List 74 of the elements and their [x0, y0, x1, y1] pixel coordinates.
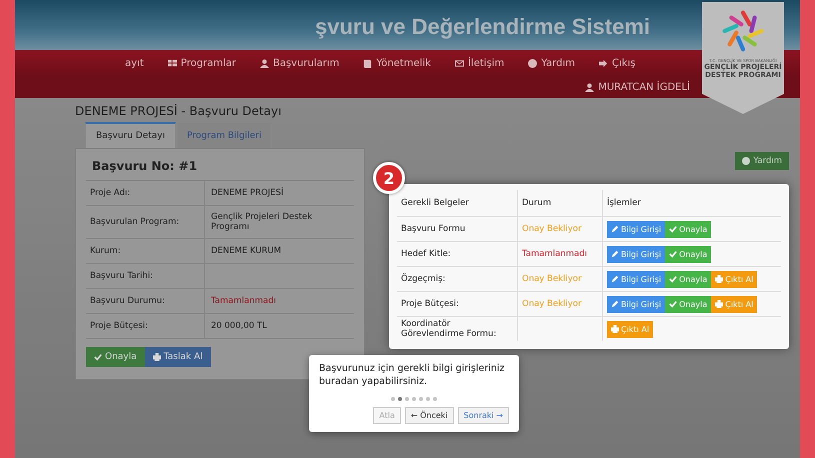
nav-link[interactable]: ayıt	[125, 58, 144, 68]
action-button[interactable]: Onayla	[86, 347, 145, 367]
step-dot[interactable]	[419, 396, 423, 401]
action-button[interactable]: Taslak Al	[144, 347, 211, 367]
application-number: Başvuru No: #1	[86, 155, 354, 181]
nav-link[interactable]: Programlar	[168, 58, 236, 68]
step-dot[interactable]	[398, 396, 402, 401]
user-menu[interactable]: MURATCAN İGDELİ	[585, 82, 690, 92]
document-name: Özgeçmiş:	[401, 274, 446, 284]
pencil-icon	[611, 225, 619, 233]
document-status: Onay Bekliyor	[522, 299, 582, 309]
document-action-button[interactable]: Onayla	[665, 296, 712, 312]
field-label: Başvuru Tarihi:	[86, 264, 205, 288]
column-header: Durum	[522, 198, 552, 208]
pencil-icon	[611, 250, 619, 258]
nav-link[interactable]: Başvurularım	[260, 58, 340, 68]
field-label: Proje Bütçesi:	[86, 314, 205, 338]
field-value: Tamamlanmadı	[211, 296, 276, 306]
sign-out-icon	[598, 58, 608, 68]
page-title: DENEME PROJESİ - Başvuru Detayı	[75, 104, 282, 118]
nav-link[interactable]: Çıkış	[598, 58, 636, 68]
document-status: Tamamlanmadı	[522, 249, 587, 259]
document-status: Onay Bekliyor	[522, 274, 582, 284]
document-action-button[interactable]: Çıktı Al	[711, 296, 758, 312]
field-label: Proje Adı:	[86, 181, 205, 205]
step-dot[interactable]	[426, 396, 430, 401]
document-name: Proje Bütçesi:	[401, 299, 459, 309]
field-value: DENEME PROJESİ	[211, 188, 284, 198]
document-status: Onay Bekliyor	[522, 224, 582, 234]
field-value: DENEME KURUM	[211, 246, 282, 256]
step-dot[interactable]	[433, 396, 437, 401]
user-icon	[260, 58, 269, 68]
tab[interactable]: Başvuru Detayı	[85, 122, 176, 148]
document-name: Hedef Kitle:	[401, 249, 451, 259]
check-icon	[669, 250, 678, 258]
pencil-icon	[611, 300, 619, 308]
field-label: Başvurulan Program:	[86, 206, 205, 238]
document-action-button[interactable]: Onayla	[665, 270, 712, 288]
step-badge: 2	[373, 162, 405, 194]
step-dot[interactable]	[412, 396, 416, 401]
tour-button[interactable]: Sonraki →	[458, 406, 509, 424]
help-button[interactable]: Yardım	[735, 152, 789, 170]
site-title: şvuru ve Değerlendirme Sistemi	[315, 14, 650, 39]
check-icon	[669, 275, 678, 283]
field-label: Başvuru Durumu:	[86, 289, 205, 313]
document-action-button[interactable]: Çıktı Al	[711, 270, 758, 288]
pencil-icon	[611, 275, 619, 283]
step-dot[interactable]	[405, 396, 409, 401]
nav-link[interactable]: Yardım	[528, 58, 575, 68]
check-icon	[669, 300, 678, 308]
document-action-button[interactable]: Çıktı Al	[607, 320, 654, 338]
document-action-button[interactable]: Bilgi Girişi	[607, 246, 666, 262]
check-icon	[669, 225, 678, 233]
field-value: Gençlik Projeleri Destek Programı	[211, 212, 314, 232]
column-header: Gerekli Belgeler	[401, 198, 469, 208]
step-dot[interactable]	[391, 396, 395, 401]
nav-link[interactable]: Yönetmelik	[363, 58, 431, 68]
envelope-icon	[454, 58, 464, 68]
document-name: Koordinatör Görevlendirme Formu:	[401, 319, 498, 339]
user-icon	[585, 82, 594, 92]
nav-link[interactable]: İletişim	[454, 58, 504, 68]
tour-text: Başvurunuz için gerekli bilgi girişleriniz buradan yapabilirsiniz.	[319, 363, 506, 389]
grid-icon	[168, 58, 177, 68]
document-action-button[interactable]: Bilgi Girişi	[607, 296, 666, 312]
field-value: 20 000,00 TL	[211, 321, 267, 331]
document-action-button[interactable]: Onayla	[665, 220, 712, 238]
document-action-button[interactable]: Bilgi Girişi	[607, 270, 666, 288]
document-action-button[interactable]: Onayla	[665, 246, 712, 262]
document-action-button[interactable]: Bilgi Girişi	[607, 220, 666, 238]
check-icon	[94, 353, 102, 361]
tour-button[interactable]: ← Önceki	[404, 406, 454, 424]
column-header: İşlemler	[607, 198, 641, 208]
field-label: Kurum:	[86, 239, 205, 263]
document-name: Başvuru Formu	[401, 224, 466, 234]
